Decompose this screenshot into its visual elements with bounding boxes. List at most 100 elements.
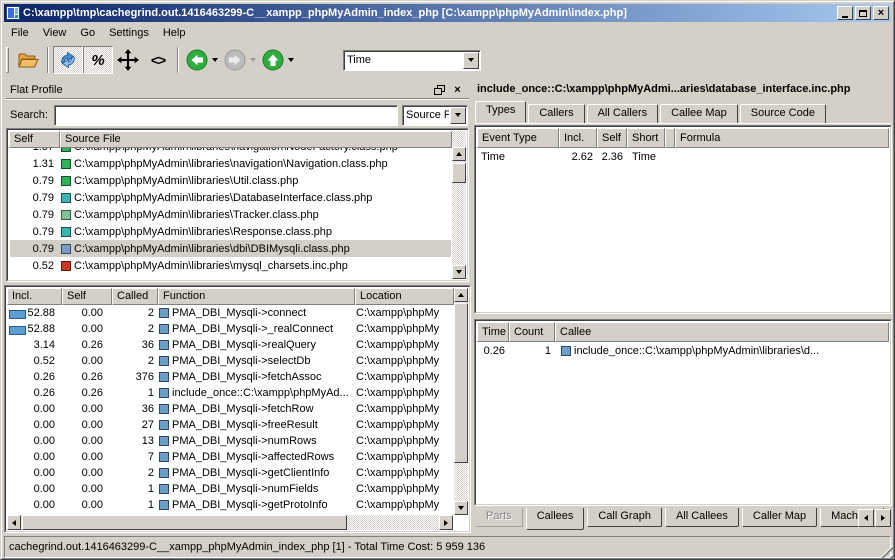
selected-function-title: include_once::C:\xampp\phpMyAdmi...aries… (477, 83, 891, 95)
table-row[interactable]: 0.26 0.26 1 include_once::C:\xampp\phpMy… (7, 385, 454, 401)
tab-callees[interactable]: Callees (526, 508, 585, 530)
column-header-event-type[interactable]: Event Type (477, 128, 559, 148)
up-dropdown-icon[interactable] (288, 58, 294, 62)
table-row[interactable]: 1.31 C:\xampp\phpMyAdmin\libraries\navig… (10, 155, 451, 172)
table-row[interactable]: 3.14 0.26 36 PMA_DBI_Mysqli->realQuery C… (7, 337, 454, 353)
tab-source-code[interactable]: Source Code (740, 104, 826, 123)
column-header-incl[interactable]: Incl. (559, 128, 597, 148)
triangle-left-icon (12, 520, 16, 526)
table-row[interactable]: 1.37 C:\xampp\phpMyAdmin\libraries\navig… (10, 148, 451, 155)
detail-bottom-tabbar: Parts Callees Call Graph All Callees Cal… (475, 508, 891, 531)
table-row[interactable]: 0.52 C:\xampp\phpMyAdmin\libraries\user_… (10, 274, 451, 278)
column-header-self[interactable]: Self (9, 131, 60, 148)
group-by-select[interactable]: Source File (402, 105, 468, 126)
dock-close-button[interactable]: × (450, 83, 465, 97)
incl-value: 0.26 (34, 387, 55, 399)
menu-file[interactable]: File (5, 25, 35, 41)
menu-go[interactable]: Go (74, 25, 101, 41)
dock-titlebar[interactable]: Flat Profile × (6, 81, 469, 99)
cost-square-icon (61, 261, 71, 271)
column-header-self[interactable]: Self (62, 288, 112, 305)
column-header-time[interactable]: Time (477, 322, 509, 342)
table-row[interactable]: 0.00 0.00 27 PMA_DBI_Mysqli->freeResult … (7, 417, 454, 433)
menu-help[interactable]: Help (157, 25, 192, 41)
table-row[interactable]: 0.79 C:\xampp\phpMyAdmin\libraries\Track… (10, 206, 451, 223)
open-file-button[interactable] (13, 46, 43, 74)
close-button[interactable]: × (873, 6, 889, 20)
scroll-up-button[interactable] (452, 147, 466, 161)
combo-dropdown-button[interactable] (463, 52, 479, 69)
back-dropdown-icon[interactable] (212, 58, 218, 62)
location-label: C:\xampp\phpMy (354, 307, 454, 319)
scrollbar-thumb[interactable] (22, 515, 347, 530)
combo-dropdown-button[interactable] (450, 107, 466, 124)
tab-callers[interactable]: Callers (528, 104, 584, 123)
search-input[interactable] (54, 105, 398, 126)
tab-scroll-right-button[interactable] (875, 509, 891, 527)
dock-float-button[interactable] (432, 83, 447, 97)
tab-call-graph[interactable]: Call Graph (587, 508, 662, 527)
table-row[interactable]: 0.00 0.00 7 PMA_DBI_Mysqli->affectedRows… (7, 449, 454, 465)
table-row[interactable]: 0.00 0.00 1 PMA_DBI_Mysqli->getProtoInfo… (7, 497, 454, 513)
scroll-left-button[interactable] (7, 515, 21, 530)
scrollbar-thumb[interactable] (452, 163, 466, 183)
tab-scroll-left-button[interactable] (858, 509, 874, 527)
incl-value: 52.88 (27, 323, 55, 335)
table-row[interactable]: 0.79 C:\xampp\phpMyAdmin\libraries\Respo… (10, 223, 451, 240)
scroll-down-button[interactable] (452, 265, 466, 279)
table-row[interactable]: 0.00 0.00 2 PMA_DBI_Mysqli->getClientInf… (7, 465, 454, 481)
scroll-right-button[interactable] (439, 515, 453, 530)
menu-settings[interactable]: Settings (103, 25, 155, 41)
tab-all-callers[interactable]: All Callers (587, 104, 659, 123)
column-header-callee[interactable]: Callee (555, 322, 889, 342)
column-header-source-file[interactable]: Source File (60, 131, 452, 148)
column-header-self[interactable]: Self (597, 128, 627, 148)
function-label: PMA_DBI_Mysqli->fetchRow (172, 403, 314, 415)
tab-callee-map[interactable]: Callee Map (660, 104, 738, 123)
function-icon (159, 340, 169, 350)
table-row[interactable]: 0.79 C:\xampp\phpMyAdmin\libraries\Util.… (10, 172, 451, 189)
up-button[interactable] (259, 46, 297, 74)
column-header-function[interactable]: Function (158, 288, 355, 305)
minimize-button[interactable] (837, 6, 853, 20)
column-header-location[interactable]: Location (355, 288, 454, 305)
tab-caller-map[interactable]: Caller Map (742, 508, 817, 527)
reload-button[interactable] (53, 46, 83, 74)
toolbar-grip[interactable] (6, 47, 9, 73)
column-header-count[interactable]: Count (509, 322, 555, 342)
self-value: 0.00 (61, 323, 111, 335)
triangle-up-icon (458, 293, 464, 297)
table-row[interactable]: Time 2.62 2.36 Time (477, 148, 889, 165)
table-row[interactable]: 52.88 0.00 2 PMA_DBI_Mysqli->connect C:\… (7, 305, 454, 321)
scrollbar-thumb[interactable] (454, 303, 468, 463)
table-row[interactable]: 52.88 0.00 2 PMA_DBI_Mysqli->_realConnec… (7, 321, 454, 337)
table-row[interactable]: 0.00 0.00 1 PMA_DBI_Mysqli->numFields C:… (7, 481, 454, 497)
relative-percent-button[interactable]: % (83, 46, 113, 74)
table-row[interactable]: 0.00 0.00 13 PMA_DBI_Mysqli->numRows C:\… (7, 433, 454, 449)
column-header-short[interactable]: Short (627, 128, 665, 148)
table-row[interactable]: 0.26 0.26 376 PMA_DBI_Mysqli->fetchAssoc… (7, 369, 454, 385)
triangle-down-icon (456, 270, 462, 274)
tab-types[interactable]: Types (475, 101, 526, 123)
titlebar[interactable]: C:\xampp\tmp\cachegrind.out.1416463299-C… (4, 4, 891, 22)
table-row[interactable]: 0.26 1 include_once::C:\xampp\phpMyAdmin… (477, 342, 889, 359)
menu-view[interactable]: View (37, 25, 73, 41)
tab-all-callees[interactable]: All Callees (665, 508, 739, 527)
scroll-up-button[interactable] (454, 288, 468, 302)
table-row[interactable]: 0.00 0.00 36 PMA_DBI_Mysqli->fetchRow C:… (7, 401, 454, 417)
column-header-formula[interactable]: Formula (675, 128, 889, 148)
table-row[interactable]: 0.79 C:\xampp\phpMyAdmin\libraries\Datab… (10, 189, 451, 206)
event-type-select[interactable]: Time (343, 50, 481, 71)
expand-collapse-button[interactable]: <> (143, 46, 173, 74)
column-header-called[interactable]: Called (112, 288, 158, 305)
function-icon (159, 308, 169, 318)
table-row[interactable]: 0.52 C:\xampp\phpMyAdmin\libraries\mysql… (10, 257, 451, 274)
table-row[interactable]: 0.52 0.00 2 PMA_DBI_Mysqli->selectDb C:\… (7, 353, 454, 369)
column-header-incl[interactable]: Incl. (7, 288, 62, 305)
back-button[interactable] (183, 46, 221, 74)
table-row[interactable]: 0.79 C:\xampp\phpMyAdmin\libraries\dbi\D… (10, 240, 451, 257)
dock-arrange-button[interactable] (113, 46, 143, 74)
scroll-down-button[interactable] (454, 501, 468, 515)
incl-value: 3.14 (34, 339, 55, 351)
maximize-button[interactable] (855, 6, 871, 20)
